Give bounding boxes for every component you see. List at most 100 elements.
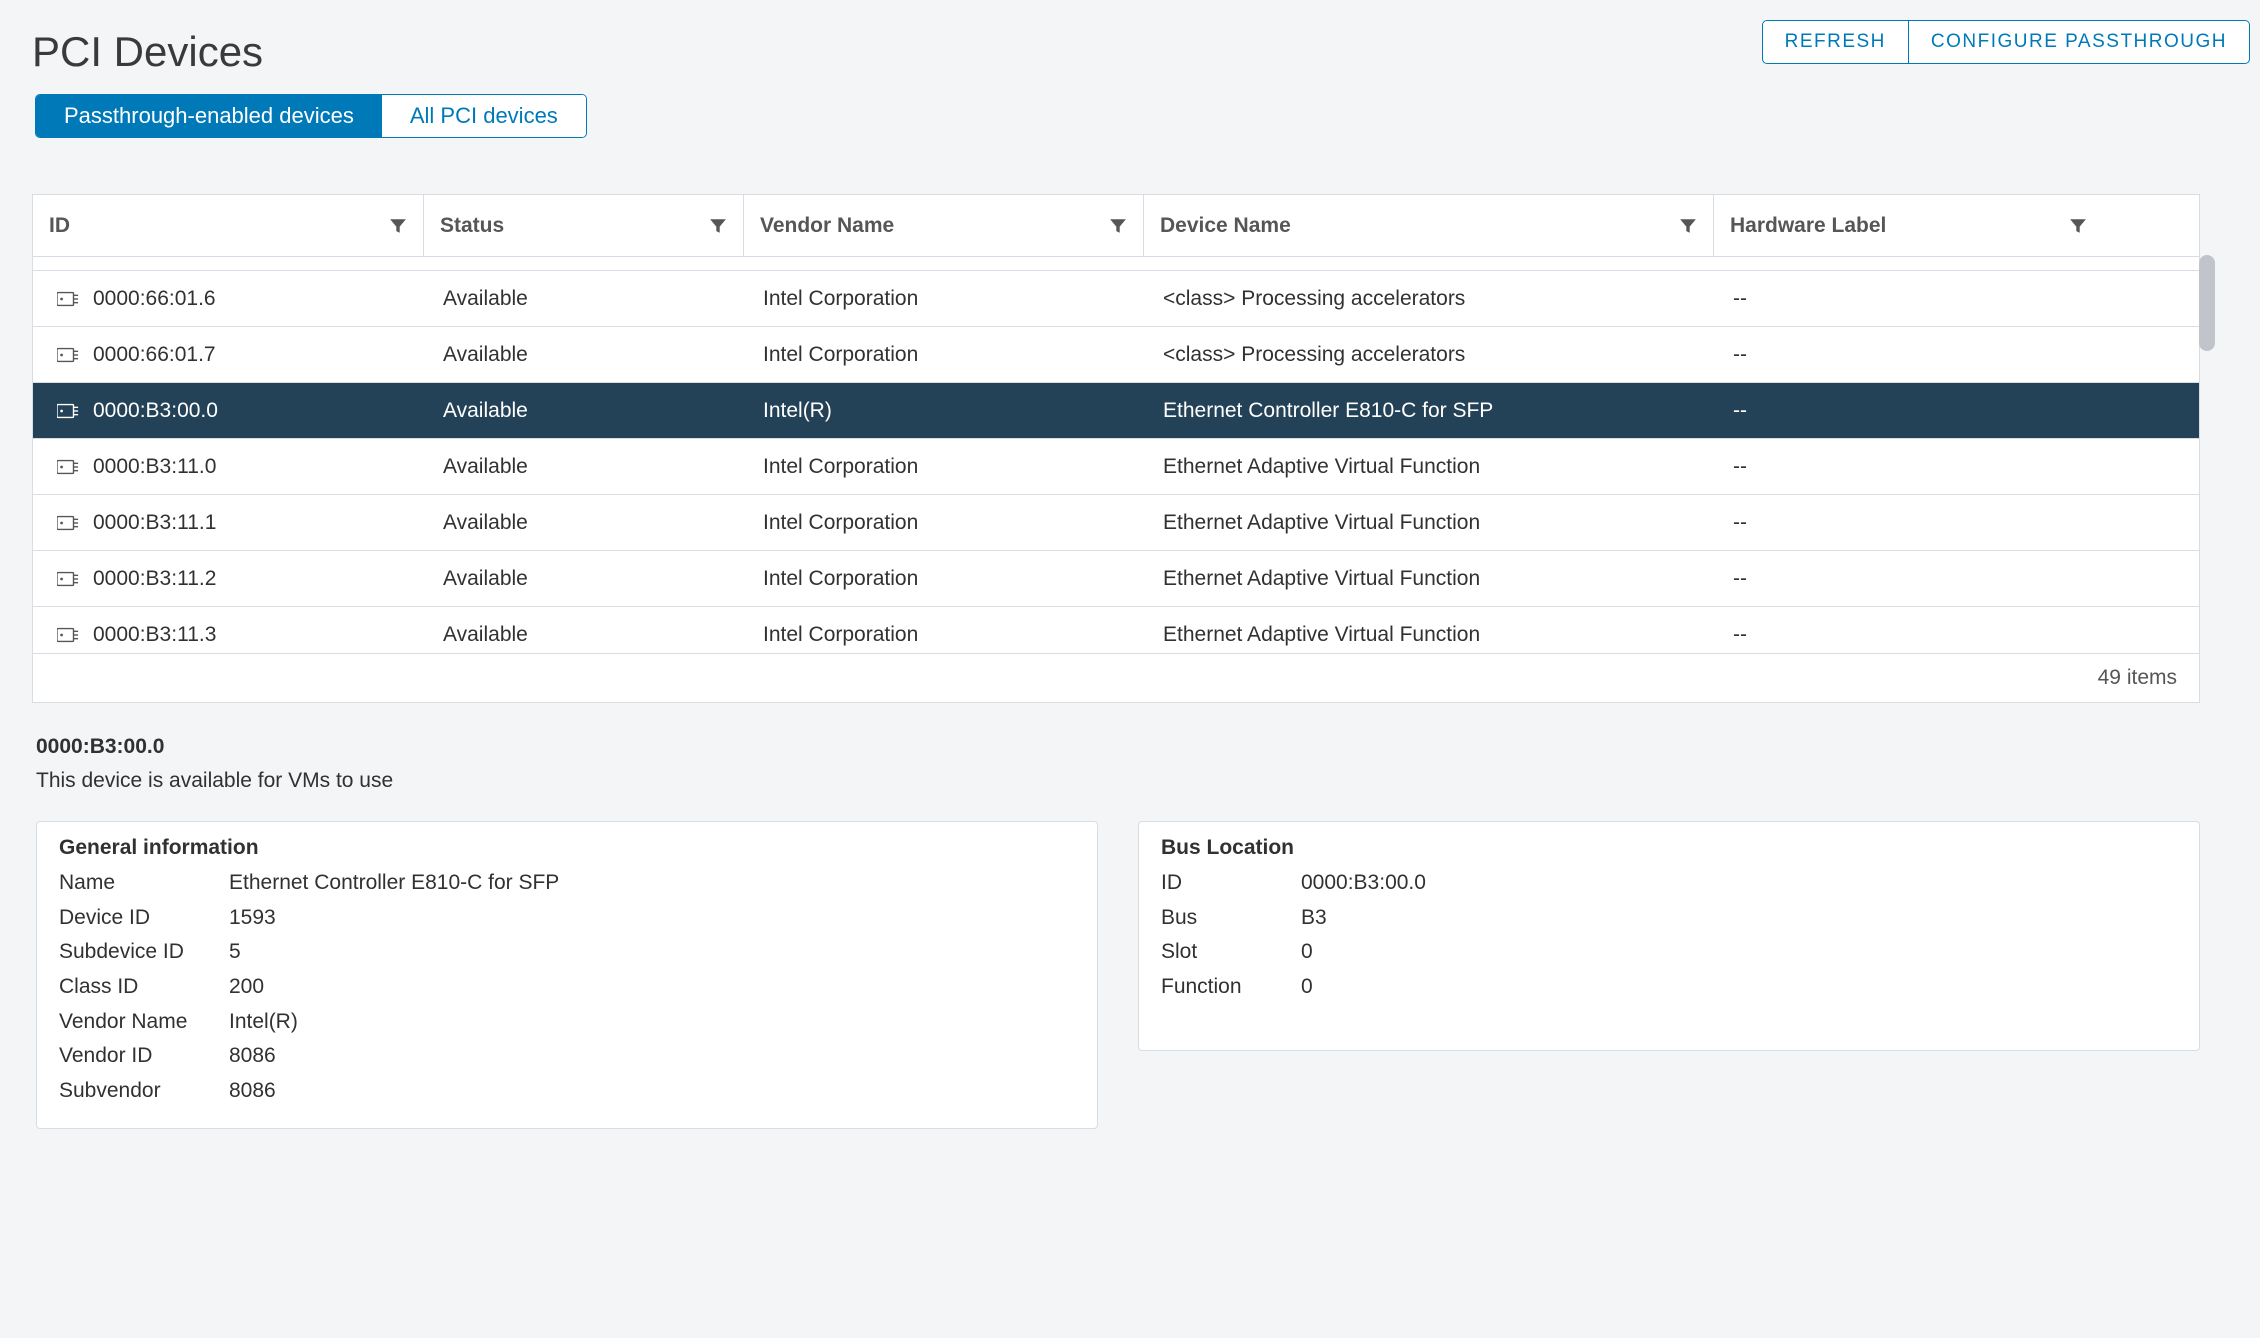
cell-hw: --: [1713, 623, 2103, 647]
cell-device: <class> Processing accelerators: [1143, 343, 1713, 367]
label-vendor-id: Vendor ID: [59, 1039, 219, 1074]
table-row[interactable]: 0000:B3:11.1 AvailableIntel CorporationEt…: [33, 495, 2199, 551]
table-row[interactable]: 0000:B3:00.0 AvailableIntel(R)Ethernet Co…: [33, 383, 2199, 439]
vertical-scrollbar[interactable]: [2199, 255, 2215, 351]
pci-device-icon: [57, 570, 79, 588]
cell-device: Ethernet Adaptive Virtual Function: [1143, 511, 1713, 535]
pci-device-icon: [57, 346, 79, 364]
filter-icon[interactable]: [1679, 217, 1697, 235]
value-vendor-id: 8086: [229, 1039, 1075, 1074]
cell-id: 0000:B3:11.2: [33, 567, 423, 591]
cell-status: Available: [423, 623, 743, 647]
cell-id-text: 0000:B3:11.1: [93, 511, 216, 535]
label-name: Name: [59, 866, 219, 901]
detail-title-id: 0000:B3:00.0: [36, 735, 2200, 759]
label-function: Function: [1161, 970, 1291, 1005]
cell-status: Available: [423, 511, 743, 535]
pci-device-icon: [57, 290, 79, 308]
cell-vendor: Intel(R): [743, 399, 1143, 423]
cell-id-text: 0000:66:01.7: [93, 343, 216, 367]
table-row[interactable]: 0000:B3:11.2AvailableIntel CorporationEt…: [33, 551, 2199, 607]
cell-status: Available: [423, 399, 743, 423]
label-subdevice-id: Subdevice ID: [59, 935, 219, 970]
action-button-group: REFRESH CONFIGURE PASSTHROUGH: [1762, 20, 2250, 64]
col-header-vendor[interactable]: Vendor Name: [743, 195, 1143, 256]
cell-id: 0000:B3:11.0: [33, 455, 423, 479]
label-bus: Bus: [1161, 901, 1291, 936]
cell-hw: --: [1713, 567, 2103, 591]
cell-id: 0000:B3:11.1: [33, 511, 423, 535]
filter-icon[interactable]: [709, 217, 727, 235]
cell-id: 0000:B3:11.3: [33, 623, 423, 647]
col-header-device[interactable]: Device Name: [1143, 195, 1713, 256]
filter-icon[interactable]: [1109, 217, 1127, 235]
cell-hw: --: [1713, 343, 2103, 367]
page-title: PCI Devices: [32, 28, 263, 76]
table-row[interactable]: 0000:B3:11.3 AvailableIntel CorporationEt…: [33, 607, 2199, 653]
cell-status: Available: [423, 567, 743, 591]
general-info-kv: Name Ethernet Controller E810-C for SFP …: [59, 866, 1075, 1108]
cell-vendor: Intel Corporation: [743, 287, 1143, 311]
cell-device: Ethernet Adaptive Virtual Function: [1143, 623, 1713, 647]
col-header-label: Status: [440, 214, 504, 238]
cell-device: Ethernet Adaptive Virtual Function: [1143, 455, 1713, 479]
value-device-id: 1593: [229, 901, 1075, 936]
value-class-id: 200: [229, 970, 1075, 1005]
bus-location-kv: ID 0000:B3:00.0 Bus B3 Slot 0 Function 0: [1161, 866, 2177, 1005]
cell-device: Ethernet Controller E810-C for SFP: [1143, 399, 1713, 423]
refresh-button[interactable]: REFRESH: [1762, 20, 1909, 64]
card-title: Bus Location: [1161, 836, 2177, 860]
cell-vendor: Intel Corporation: [743, 511, 1143, 535]
col-header-label: Hardware Label: [1730, 214, 1886, 238]
value-bus: B3: [1301, 901, 2177, 936]
cell-status: Available: [423, 343, 743, 367]
table-row[interactable]: 0000:66:01.6AvailableIntel Corporation<c…: [33, 271, 2199, 327]
label-bus-id: ID: [1161, 866, 1291, 901]
cell-id-text: 0000:B3:11.3: [93, 623, 216, 647]
table-row[interactable]: 0000:B3:11.0AvailableIntel CorporationEt…: [33, 439, 2199, 495]
label-subvendor: Subvendor: [59, 1074, 219, 1109]
cell-id-text: 0000:B3:11.0: [93, 455, 216, 479]
cell-vendor: Intel Corporation: [743, 567, 1143, 591]
col-header-label: ID: [49, 214, 70, 238]
grid-body[interactable]: 0000:66:01.6AvailableIntel Corporation<c…: [33, 257, 2199, 653]
table-row[interactable]: 0000:66:01.7 AvailableIntel Corporation<c…: [33, 327, 2199, 383]
col-header-label: Vendor Name: [760, 214, 894, 238]
value-subdevice-id: 5: [229, 935, 1075, 970]
filter-icon[interactable]: [2069, 217, 2087, 235]
configure-passthrough-button[interactable]: CONFIGURE PASSTHROUGH: [1909, 20, 2250, 64]
partial-row-top: [33, 257, 2199, 271]
cell-vendor: Intel Corporation: [743, 623, 1143, 647]
grid-header: ID Status Vendor Name Device Name Hardwa…: [33, 195, 2199, 257]
col-header-hw-label[interactable]: Hardware Label: [1713, 195, 2103, 256]
value-function: 0: [1301, 970, 2177, 1005]
cell-id-text: 0000:B3:11.2: [93, 567, 216, 591]
pci-devices-grid: ID Status Vendor Name Device Name Hardwa…: [32, 194, 2200, 703]
cell-id: 0000:B3:00.0: [33, 399, 423, 423]
cell-vendor: Intel Corporation: [743, 343, 1143, 367]
cell-hw: --: [1713, 511, 2103, 535]
cell-id-text: 0000:B3:00.0: [93, 399, 218, 423]
pci-device-icon: [57, 626, 79, 644]
tab-passthrough-enabled[interactable]: Passthrough-enabled devices: [36, 95, 382, 137]
col-header-id[interactable]: ID: [33, 195, 423, 256]
col-header-label: Device Name: [1160, 214, 1291, 238]
device-details: 0000:B3:00.0 This device is available fo…: [32, 735, 2200, 1129]
value-slot: 0: [1301, 935, 2177, 970]
tab-all-pci-devices[interactable]: All PCI devices: [382, 95, 586, 137]
cell-status: Available: [423, 287, 743, 311]
device-filter-tabs: Passthrough-enabled devices All PCI devi…: [35, 94, 587, 138]
label-vendor-name: Vendor Name: [59, 1005, 219, 1040]
cell-hw: --: [1713, 455, 2103, 479]
cell-id-text: 0000:66:01.6: [93, 287, 216, 311]
filter-icon[interactable]: [389, 217, 407, 235]
value-subvendor: 8086: [229, 1074, 1075, 1109]
grid-footer-count: 49 items: [33, 653, 2199, 702]
cell-id: 0000:66:01.7: [33, 343, 423, 367]
card-title: General information: [59, 836, 1075, 860]
label-slot: Slot: [1161, 935, 1291, 970]
cell-vendor: Intel Corporation: [743, 455, 1143, 479]
general-info-card: General information Name Ethernet Contro…: [36, 821, 1098, 1129]
col-header-status[interactable]: Status: [423, 195, 743, 256]
pci-device-icon: [57, 514, 79, 532]
